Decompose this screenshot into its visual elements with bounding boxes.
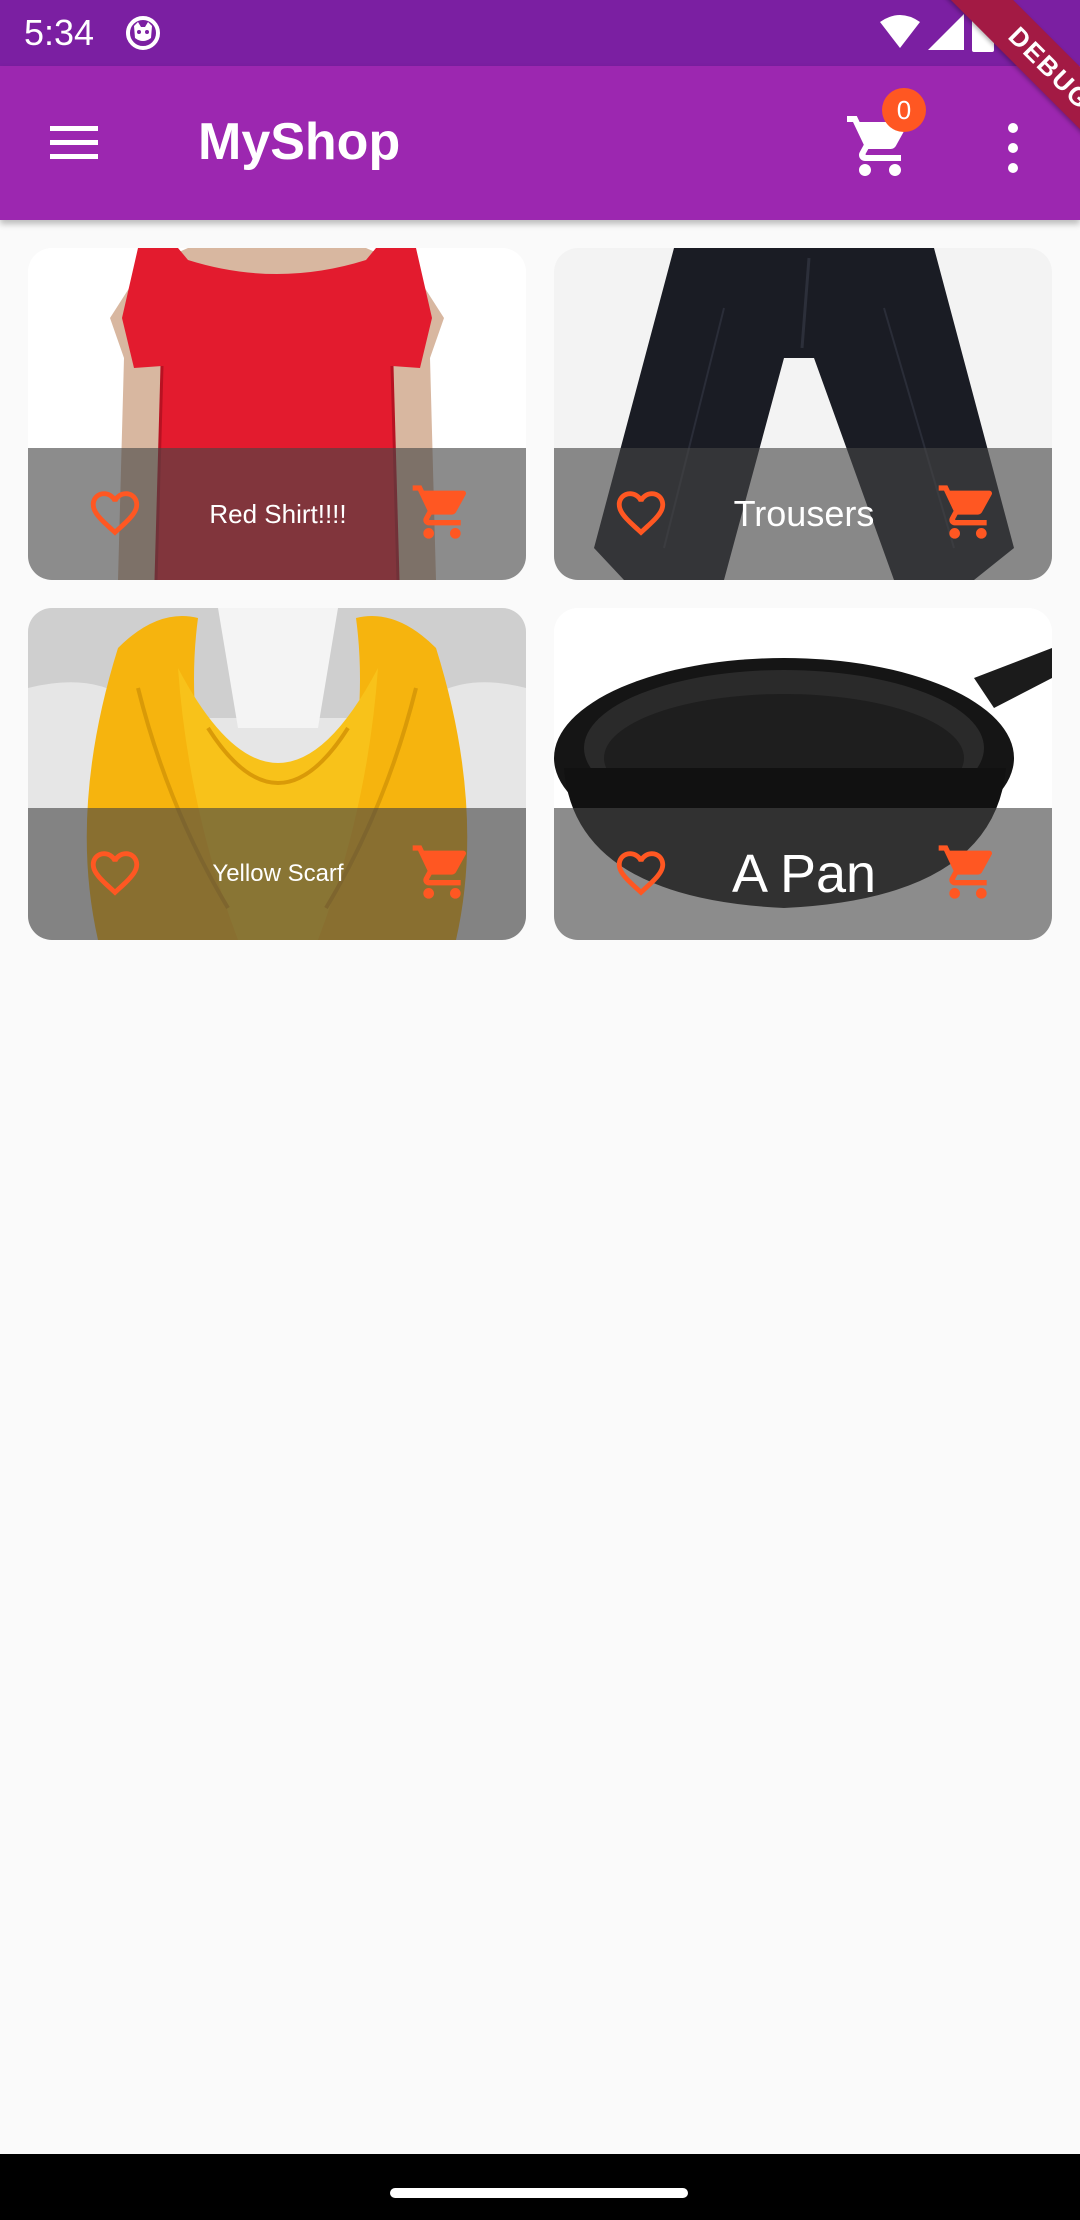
favorite-border-icon[interactable] bbox=[84, 844, 146, 902]
system-navigation-bar bbox=[0, 2154, 1080, 2220]
notification-cat-icon bbox=[126, 16, 160, 50]
product-footer: A Pan bbox=[554, 808, 1052, 940]
menu-icon[interactable] bbox=[46, 120, 102, 166]
product-card[interactable]: Red Shirt!!!! bbox=[28, 248, 526, 580]
cart-count-badge: 0 bbox=[882, 88, 926, 132]
signal-icon bbox=[928, 14, 964, 50]
add-to-cart-icon[interactable] bbox=[936, 840, 1000, 904]
wifi-icon bbox=[880, 15, 920, 48]
app-bar: MyShop 0 bbox=[0, 66, 1080, 220]
more-options-icon[interactable] bbox=[990, 116, 1036, 180]
favorite-border-icon[interactable] bbox=[610, 844, 672, 902]
product-card[interactable]: Yellow Scarf bbox=[28, 608, 526, 940]
status-bar: 5:34 bbox=[0, 0, 1080, 66]
app-title: MyShop bbox=[198, 113, 401, 171]
product-title: Trousers bbox=[733, 493, 875, 534]
add-to-cart-icon[interactable] bbox=[410, 480, 474, 544]
status-time: 5:34 bbox=[24, 12, 95, 53]
product-title: Yellow Scarf bbox=[212, 860, 344, 887]
favorite-border-icon[interactable] bbox=[610, 484, 672, 542]
home-gesture-handle[interactable] bbox=[390, 2188, 688, 2198]
add-to-cart-icon[interactable] bbox=[936, 480, 1000, 544]
favorite-border-icon[interactable] bbox=[84, 484, 146, 542]
product-footer: Yellow Scarf bbox=[28, 808, 526, 940]
product-footer: Trousers bbox=[554, 448, 1052, 580]
add-to-cart-icon[interactable] bbox=[410, 840, 474, 904]
product-title: Red Shirt!!!! bbox=[209, 498, 347, 529]
product-footer: Red Shirt!!!! bbox=[28, 448, 526, 580]
product-title: A Pan bbox=[731, 844, 877, 904]
product-card[interactable]: Trousers bbox=[554, 248, 1052, 580]
product-card[interactable]: A Pan bbox=[554, 608, 1052, 940]
